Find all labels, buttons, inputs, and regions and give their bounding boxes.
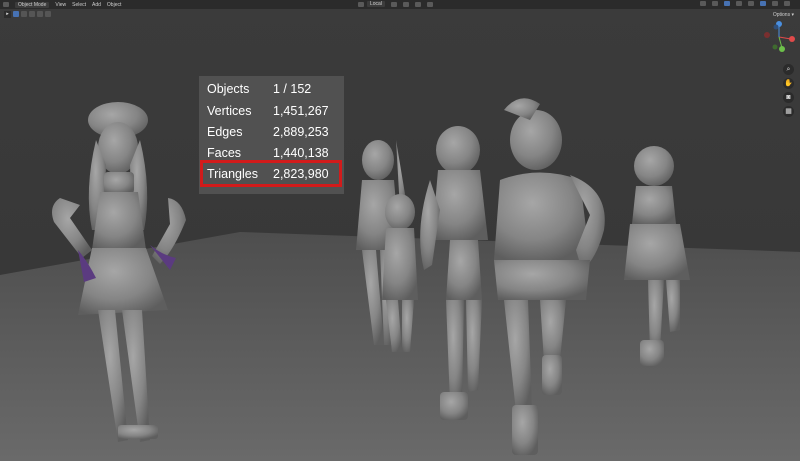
menu-object[interactable]: Object — [107, 2, 121, 8]
select-extend-icon[interactable] — [21, 11, 27, 17]
stat-label: Vertices — [207, 104, 252, 118]
options-dropdown[interactable]: Options ▾ — [773, 12, 794, 18]
scene — [0, 98, 800, 461]
stat-edges: Edges 2,889,253 — [207, 123, 341, 141]
select-box-icon[interactable] — [13, 11, 19, 17]
snap-icon[interactable] — [402, 1, 409, 7]
navigation-gizmo[interactable] — [762, 20, 796, 54]
select-intersect-icon[interactable] — [45, 11, 51, 17]
orientation-dropdown[interactable]: Local — [367, 1, 385, 7]
pivot-icon[interactable] — [390, 1, 397, 7]
shading-controls — [697, 1, 790, 6]
y-axis-icon — [779, 46, 785, 52]
gizmo-icon[interactable] — [712, 1, 718, 6]
viewport-header: Object Mode View Select Add Object Local — [0, 0, 800, 9]
neg-z-axis-icon — [773, 24, 779, 30]
stat-value: 2,889,253 — [273, 125, 329, 139]
menu-add[interactable]: Add — [92, 2, 101, 8]
object-mode-dropdown[interactable]: Object Mode — [15, 1, 50, 8]
options-label: Options — [772, 12, 791, 18]
rendered-shading-icon[interactable] — [784, 1, 790, 6]
menu-view[interactable]: View — [55, 2, 66, 8]
visibility-icon[interactable] — [700, 1, 706, 6]
select-subtract-icon[interactable] — [29, 11, 35, 17]
snap-target-icon[interactable] — [414, 1, 421, 7]
xray-icon[interactable] — [736, 1, 742, 6]
stat-objects: Objects 1 / 152 — [207, 80, 341, 98]
neg-y-axis-icon — [772, 44, 778, 50]
transform-controls: Local — [355, 1, 433, 7]
toolbar-toggle-icon[interactable]: ▸ — [4, 11, 11, 18]
overlays-icon[interactable] — [724, 1, 730, 6]
navigation-buttons: ⌕ ✋ ◙ ▦ — [783, 64, 794, 117]
solid-shading-icon[interactable] — [760, 1, 766, 6]
select-invert-icon[interactable] — [37, 11, 43, 17]
proportional-edit-icon[interactable] — [426, 1, 433, 7]
orientation-icon[interactable] — [358, 1, 364, 7]
stat-label: Edges — [207, 125, 243, 139]
wireframe-shading-icon[interactable] — [748, 1, 754, 6]
tool-settings: ▸ — [4, 11, 51, 18]
neg-x-axis-icon — [764, 32, 770, 38]
editor-type-icon[interactable] — [3, 2, 9, 7]
stat-value: 1 / 152 — [273, 82, 312, 96]
3d-viewport[interactable]: Object Mode View Select Add Object Local… — [0, 0, 800, 461]
camera-icon[interactable]: ◙ — [783, 92, 794, 103]
zoom-icon[interactable]: ⌕ — [783, 64, 794, 75]
menu-select[interactable]: Select — [72, 2, 86, 8]
triangles-highlight-box — [200, 160, 342, 187]
stat-label: Objects — [207, 82, 250, 96]
grid-perspective-icon[interactable]: ▦ — [783, 106, 794, 117]
pan-hand-icon[interactable]: ✋ — [783, 78, 794, 89]
x-axis-icon — [789, 36, 795, 42]
stat-vertices: Vertices 1,451,267 — [207, 102, 341, 120]
stat-value: 1,451,267 — [273, 104, 329, 118]
material-shading-icon[interactable] — [772, 1, 778, 6]
